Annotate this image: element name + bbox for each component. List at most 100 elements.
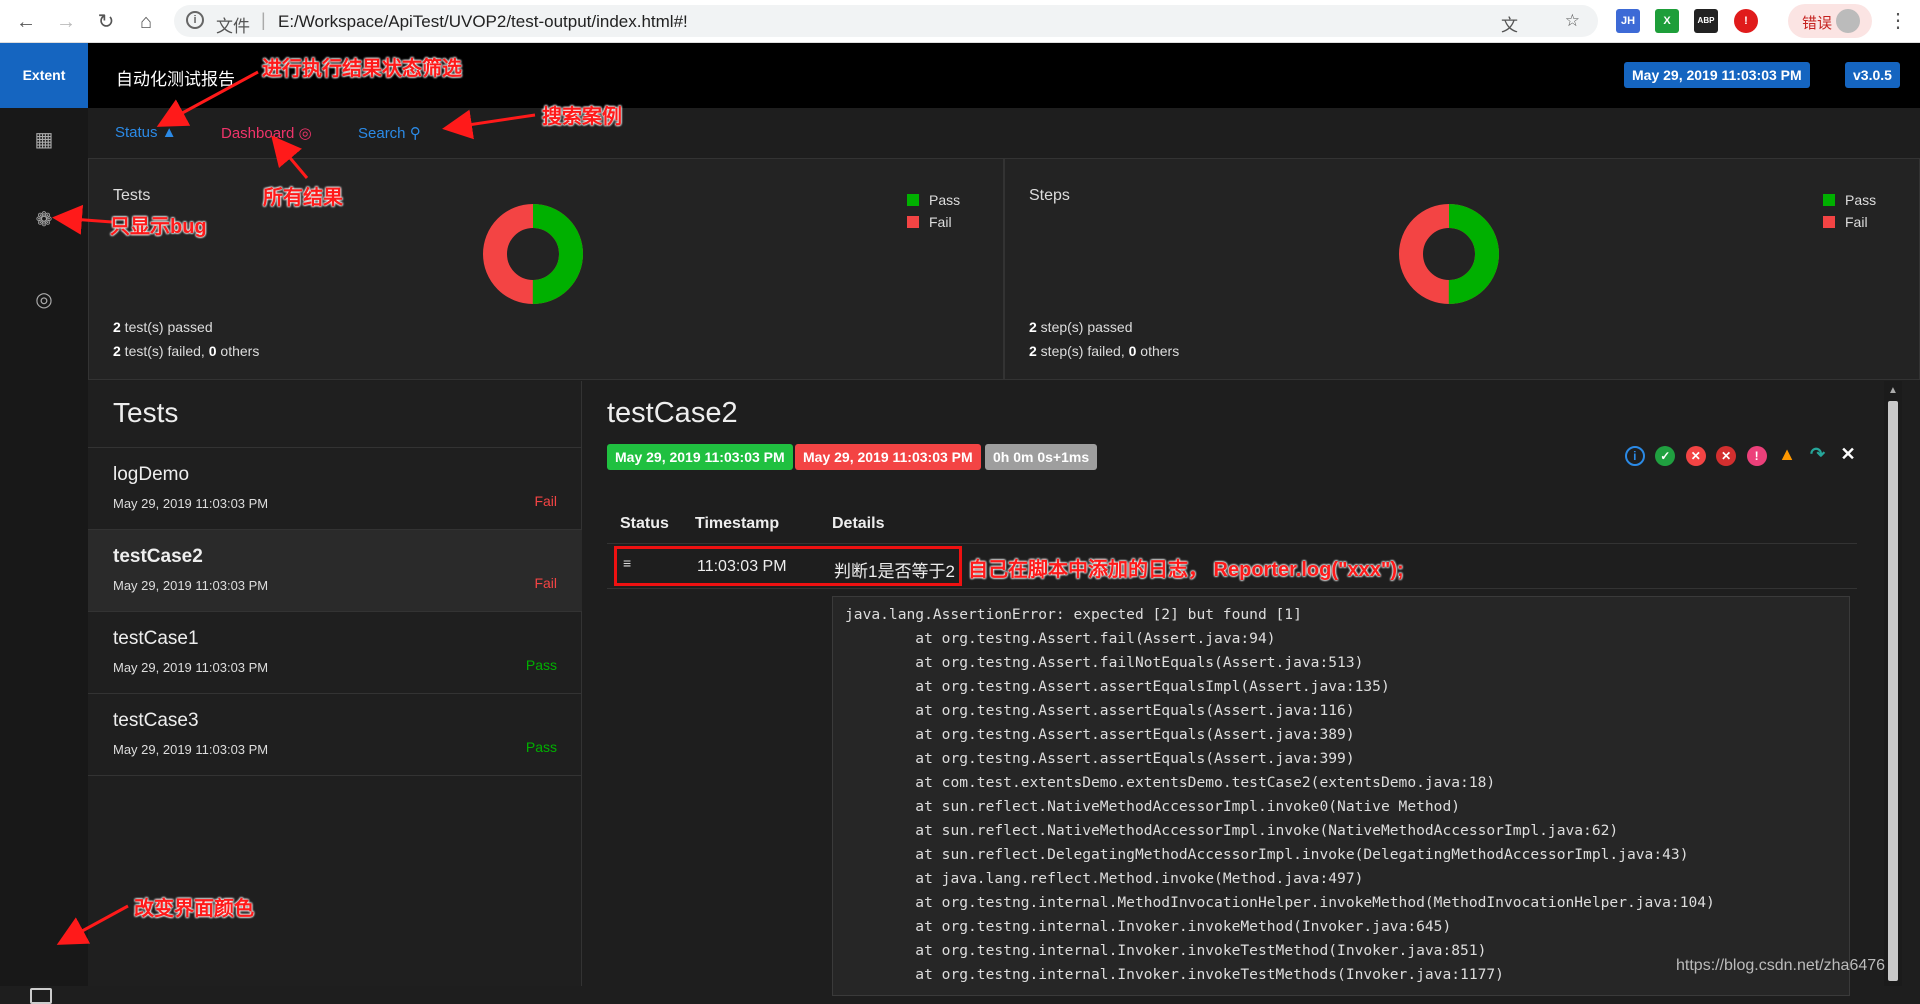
report-title: 自动化测试报告 [116,70,235,89]
annotation-change-color: 改变界面颜色 [134,898,254,920]
bug-icon[interactable]: ❁ [30,206,58,234]
legend-fail: Fail [1823,214,1868,230]
log-filter-icons: i ✓ ✕ ✕ ! ▲ ↷ ✕ [1619,444,1858,466]
legend-pass: Pass [907,192,960,208]
forward-icon[interactable]: → [52,8,80,36]
legend-pass: Pass [1823,192,1876,208]
tests-passed-count: 2 [113,319,121,335]
steps-failed-count: 2 [1029,343,1037,359]
scrollbar-thumb[interactable] [1888,401,1898,981]
test-time: May 29, 2019 11:03:03 PM [113,742,269,757]
steps-passed-summary: 2 step(s) passed [1029,319,1133,335]
test-time: May 29, 2019 11:03:03 PM [113,496,269,511]
warning-icon[interactable]: ▲ [1777,444,1797,464]
menu-icon[interactable]: ⋮ [1888,8,1908,33]
divider [607,588,1857,589]
status-filter-label: Status [115,124,158,141]
annotation-all-results: 所有结果 [263,187,343,209]
extension-jh-icon[interactable]: JH [1616,9,1640,33]
spiral-icon: ◎ [298,125,312,142]
annotation-custom-log: 自己在脚本中添加的日志， Reporter.log("xxx"); [968,559,1404,581]
column-status: Status [620,515,669,532]
version-badge: v3.0.5 [1845,62,1900,88]
extension-stop-icon[interactable]: ! [1734,9,1758,33]
watermark: https://blog.csdn.net/zha6476 [1676,957,1886,974]
log-status-icon: ≡ [623,555,632,571]
reload-icon[interactable]: ↻ [92,8,120,36]
test-list-item[interactable]: logDemo May 29, 2019 11:03:03 PM Fail [88,448,582,530]
spiral-icon[interactable]: ◎ [30,286,58,314]
date-badge: May 29, 2019 11:03:03 PM [1624,62,1810,88]
legend-pass-label: Pass [1845,192,1877,208]
info-icon[interactable]: i [186,11,204,29]
steps-passed-count: 2 [1029,319,1037,335]
test-list-item[interactable]: testCase1 May 29, 2019 11:03:03 PM Pass [88,612,582,694]
skip-icon[interactable]: ↷ [1808,444,1828,464]
test-status: Fail [534,575,557,591]
tests-others-count: 0 [208,343,217,359]
tests-others-text: others [216,343,260,359]
annotation-bug-only: 只显示bug [110,216,207,238]
profile-error-pill[interactable]: 错误 [1788,4,1872,38]
log-entry-row: ≡ 11:03:03 PM 判断1是否等于2 [614,546,962,586]
scrollbar[interactable]: ▲ [1884,381,1902,986]
legend-swatch-fail [1823,216,1835,228]
tests-passed-summary: 2 test(s) passed [113,319,213,335]
test-name: logDemo [113,464,190,485]
start-time-tag: May 29, 2019 11:03:03 PM [607,444,793,470]
search-link[interactable]: Search ⚲ [358,124,421,142]
test-name: testCase3 [113,710,199,731]
legend-pass-label: Pass [929,192,961,208]
steps-donut-chart [1399,204,1499,304]
error-icon[interactable]: ! [1746,446,1767,466]
avatar-icon [1836,9,1860,33]
star-icon[interactable]: ☆ [1565,11,1580,31]
translate-icon[interactable]: 文 [1501,11,1518,36]
end-time-tag: May 29, 2019 11:03:03 PM [795,444,981,470]
test-detail-title: testCase2 [607,397,738,429]
column-details: Details [832,515,885,532]
tests-failed-summary: 2 test(s) failed, 0 others [113,343,259,359]
legend-swatch-pass [907,194,919,206]
home-icon[interactable]: ⌂ [132,8,160,36]
dashboard-label: Dashboard [221,125,295,142]
test-name: testCase2 [113,546,203,567]
legend-fail-label: Fail [1845,214,1868,230]
close-icon[interactable]: ✕ [1838,444,1858,464]
steps-card-title: Steps [1029,187,1070,204]
scroll-up-icon[interactable]: ▲ [1888,385,1898,396]
browser-toolbar: ← → ↻ ⌂ i 文件 | E:/Workspace/ApiTest/UVOP… [0,0,1920,43]
dashboard-grid-icon[interactable]: ▦ [30,126,58,154]
sub-navigation: Status ▲ Dashboard ◎ Search ⚲ [88,108,1920,158]
status-filter-link[interactable]: Status ▲ [115,124,177,141]
brand-logo[interactable]: Extent [0,43,88,108]
legend-fail-label: Fail [929,214,952,230]
dashboard-link[interactable]: Dashboard ◎ [221,124,312,142]
address-file-label: 文件 [216,17,250,36]
steps-summary-card: Steps Pass Fail 2 step(s) passed 2 step(… [1004,158,1920,380]
warning-triangle-icon: ▲ [161,124,177,141]
divider [607,543,1857,544]
fatal-icon[interactable]: ✕ [1716,446,1737,466]
log-timestamp: 11:03:03 PM [697,558,787,575]
test-name: testCase1 [113,628,199,649]
tests-card-title: Tests [113,187,151,204]
test-status: Pass [525,657,557,673]
pass-icon[interactable]: ✓ [1655,446,1676,466]
test-list-item[interactable]: testCase2 May 29, 2019 11:03:03 PM Fail [88,530,582,612]
monitor-icon[interactable] [30,988,52,1004]
test-status: Fail [534,493,557,509]
extension-x-icon[interactable]: X [1655,9,1679,33]
steps-others-text: others [1136,343,1180,359]
annotation-search: 搜索案例 [542,106,622,128]
legend-swatch-fail [907,216,919,228]
tests-donut-chart [483,204,583,304]
back-icon[interactable]: ← [12,8,40,36]
address-bar[interactable]: i 文件 | E:/Workspace/ApiTest/UVOP2/test-o… [174,5,1598,37]
fail-icon[interactable]: ✕ [1685,446,1706,466]
address-url[interactable]: E:/Workspace/ApiTest/UVOP2/test-output/i… [278,12,688,32]
extension-adblock-icon[interactable]: ABP [1694,9,1718,33]
test-list-item[interactable]: testCase3 May 29, 2019 11:03:03 PM Pass [88,694,582,776]
tests-summary-card: Tests Pass Fail 2 test(s) passed 2 test(… [88,158,1004,380]
info-icon[interactable]: i [1624,446,1645,466]
